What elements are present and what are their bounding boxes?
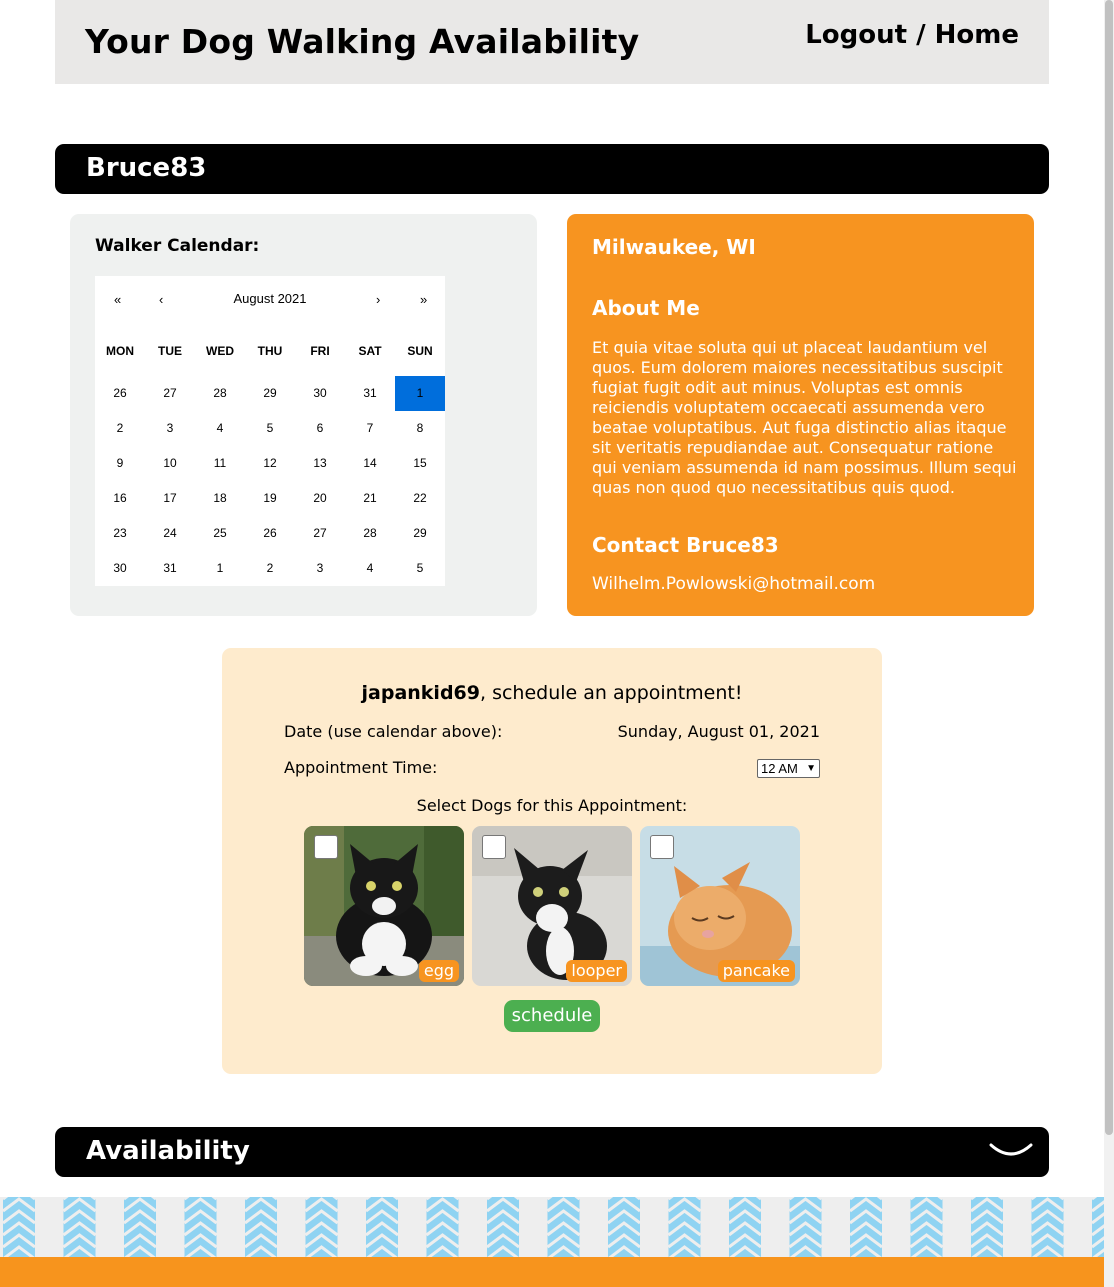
calendar-day[interactable]: 19	[245, 481, 295, 516]
weekday-label: SAT	[358, 344, 382, 358]
contact-email[interactable]: Wilhelm.Powlowski@hotmail.com	[592, 574, 875, 594]
calendar-day[interactable]: 10	[145, 446, 195, 481]
contact-heading: Contact Bruce83	[592, 533, 779, 557]
date-value: Sunday, August 01, 2021	[617, 722, 820, 741]
calendar-day[interactable]: 22	[395, 481, 445, 516]
calendar-day[interactable]: 24	[145, 516, 195, 551]
calendar-day[interactable]: 5	[245, 411, 295, 446]
nav-separator: /	[907, 20, 935, 50]
about-text: Et quia vitae soluta qui ut placeat laud…	[592, 338, 1017, 497]
calendar-day[interactable]: 17	[145, 481, 195, 516]
walker-info-card: Milwaukee, WI About Me Et quia vitae sol…	[567, 214, 1034, 616]
weekday-label: THU	[257, 344, 283, 358]
calendar-day[interactable]: 29	[395, 516, 445, 551]
next-year-button[interactable]: »	[420, 292, 427, 307]
calendar-day[interactable]: 30	[295, 376, 345, 411]
calendar-day[interactable]: 25	[195, 516, 245, 551]
weekday-label: WED	[206, 344, 234, 358]
calendar-day[interactable]: 12	[245, 446, 295, 481]
calendar-day[interactable]: 23	[95, 516, 145, 551]
calendar-day[interactable]: 15	[395, 446, 445, 481]
calendar-day[interactable]: 5	[395, 551, 445, 586]
pet-checkbox-egg[interactable]	[314, 835, 338, 859]
calendar-day[interactable]: 31	[145, 551, 195, 586]
calendar-day-selected[interactable]: 1	[395, 376, 445, 411]
calendar-day[interactable]: 13	[295, 446, 345, 481]
calendar-day[interactable]: 28	[195, 376, 245, 411]
calendar-day[interactable]: 3	[145, 411, 195, 446]
calendar-day[interactable]: 3	[295, 551, 345, 586]
time-label: Appointment Time:	[284, 758, 438, 777]
pet-card-egg[interactable]: egg	[304, 826, 464, 986]
pet-card-pancake[interactable]: pancake	[640, 826, 800, 986]
weekday-label: MON	[106, 344, 134, 358]
calendar-label: Walker Calendar:	[95, 236, 260, 256]
next-month-button[interactable]: ›	[376, 292, 380, 307]
chevron-down-icon[interactable]	[989, 1141, 1033, 1163]
logout-link[interactable]: Logout	[805, 20, 907, 50]
calendar-day[interactable]: 4	[195, 411, 245, 446]
calendar-day[interactable]: 2	[245, 551, 295, 586]
calendar-day[interactable]: 18	[195, 481, 245, 516]
calendar-day[interactable]: 16	[95, 481, 145, 516]
availability-title: Availability	[86, 1136, 250, 1166]
date-label: Date (use calendar above):	[284, 722, 503, 741]
pet-card-looper[interactable]: looper	[472, 826, 632, 986]
scrollbar-thumb[interactable]	[1105, 0, 1113, 1135]
select-dogs-label: Select Dogs for this Appointment:	[416, 796, 688, 815]
about-heading: About Me	[592, 296, 700, 320]
calendar-day[interactable]: 27	[145, 376, 195, 411]
time-select-value: 12 AM	[761, 761, 798, 776]
calendar-day[interactable]: 30	[95, 551, 145, 586]
footer-pattern	[0, 1197, 1104, 1257]
calendar-day[interactable]: 26	[245, 516, 295, 551]
calendar-day[interactable]: 2	[95, 411, 145, 446]
walker-name-bar: Bruce83	[55, 144, 1049, 194]
page-header: Your Dog Walking Availability Logout / H…	[55, 0, 1049, 84]
header-nav: Logout / Home	[805, 20, 1019, 50]
pet-checkbox-pancake[interactable]	[650, 835, 674, 859]
calendar-day[interactable]: 1	[195, 551, 245, 586]
calendar: « ‹ August 2021 › » MON TUE WED THU FRI SAT SU…	[95, 276, 445, 586]
calendar-day[interactable]: 28	[345, 516, 395, 551]
schedule-button[interactable]: schedule	[504, 1000, 600, 1032]
footer-bar	[0, 1257, 1104, 1287]
appointment-panel: japankid69, schedule an appointment! Dat…	[222, 648, 882, 1074]
walker-location: Milwaukee, WI	[592, 235, 756, 259]
appointment-time-select[interactable]: 12 AM ▼	[757, 759, 820, 778]
scrollbar[interactable]	[1104, 0, 1114, 1287]
weekday-label: TUE	[158, 344, 182, 358]
calendar-day[interactable]: 9	[95, 446, 145, 481]
walker-calendar-card: Walker Calendar: « ‹ August 2021 › » MON…	[70, 214, 537, 616]
weekday-label: SUN	[407, 344, 433, 358]
weekday-label: FRI	[310, 344, 330, 358]
greeting-text: , schedule an appointment!	[480, 682, 743, 704]
calendar-day[interactable]: 27	[295, 516, 345, 551]
calendar-day[interactable]: 21	[345, 481, 395, 516]
chevron-down-icon: ▼	[806, 763, 816, 774]
pet-name-pancake: pancake	[717, 960, 795, 982]
home-link[interactable]: Home	[935, 20, 1019, 50]
calendar-day[interactable]: 8	[395, 411, 445, 446]
footer-pattern-graphic	[2, 1197, 1104, 1257]
pet-name-egg: egg	[418, 960, 459, 982]
calendar-month-label[interactable]: August 2021	[95, 291, 445, 306]
calendar-day[interactable]: 4	[345, 551, 395, 586]
calendar-day[interactable]: 20	[295, 481, 345, 516]
calendar-day[interactable]: 7	[345, 411, 395, 446]
pet-name-looper: looper	[566, 960, 627, 982]
walker-username: Bruce83	[86, 153, 207, 183]
appointment-greeting: japankid69, schedule an appointment!	[222, 682, 882, 704]
calendar-day[interactable]: 31	[345, 376, 395, 411]
calendar-day[interactable]: 26	[95, 376, 145, 411]
calendar-day[interactable]: 14	[345, 446, 395, 481]
calendar-day[interactable]: 29	[245, 376, 295, 411]
appointment-username: japankid69	[361, 682, 480, 704]
weekday-header: MON TUE WED THU FRI SAT SUN	[95, 344, 445, 360]
calendar-day[interactable]: 11	[195, 446, 245, 481]
calendar-day[interactable]: 6	[295, 411, 345, 446]
availability-bar[interactable]: Availability	[55, 1127, 1049, 1177]
pet-checkbox-looper[interactable]	[482, 835, 506, 859]
page-title: Your Dog Walking Availability	[85, 22, 640, 61]
